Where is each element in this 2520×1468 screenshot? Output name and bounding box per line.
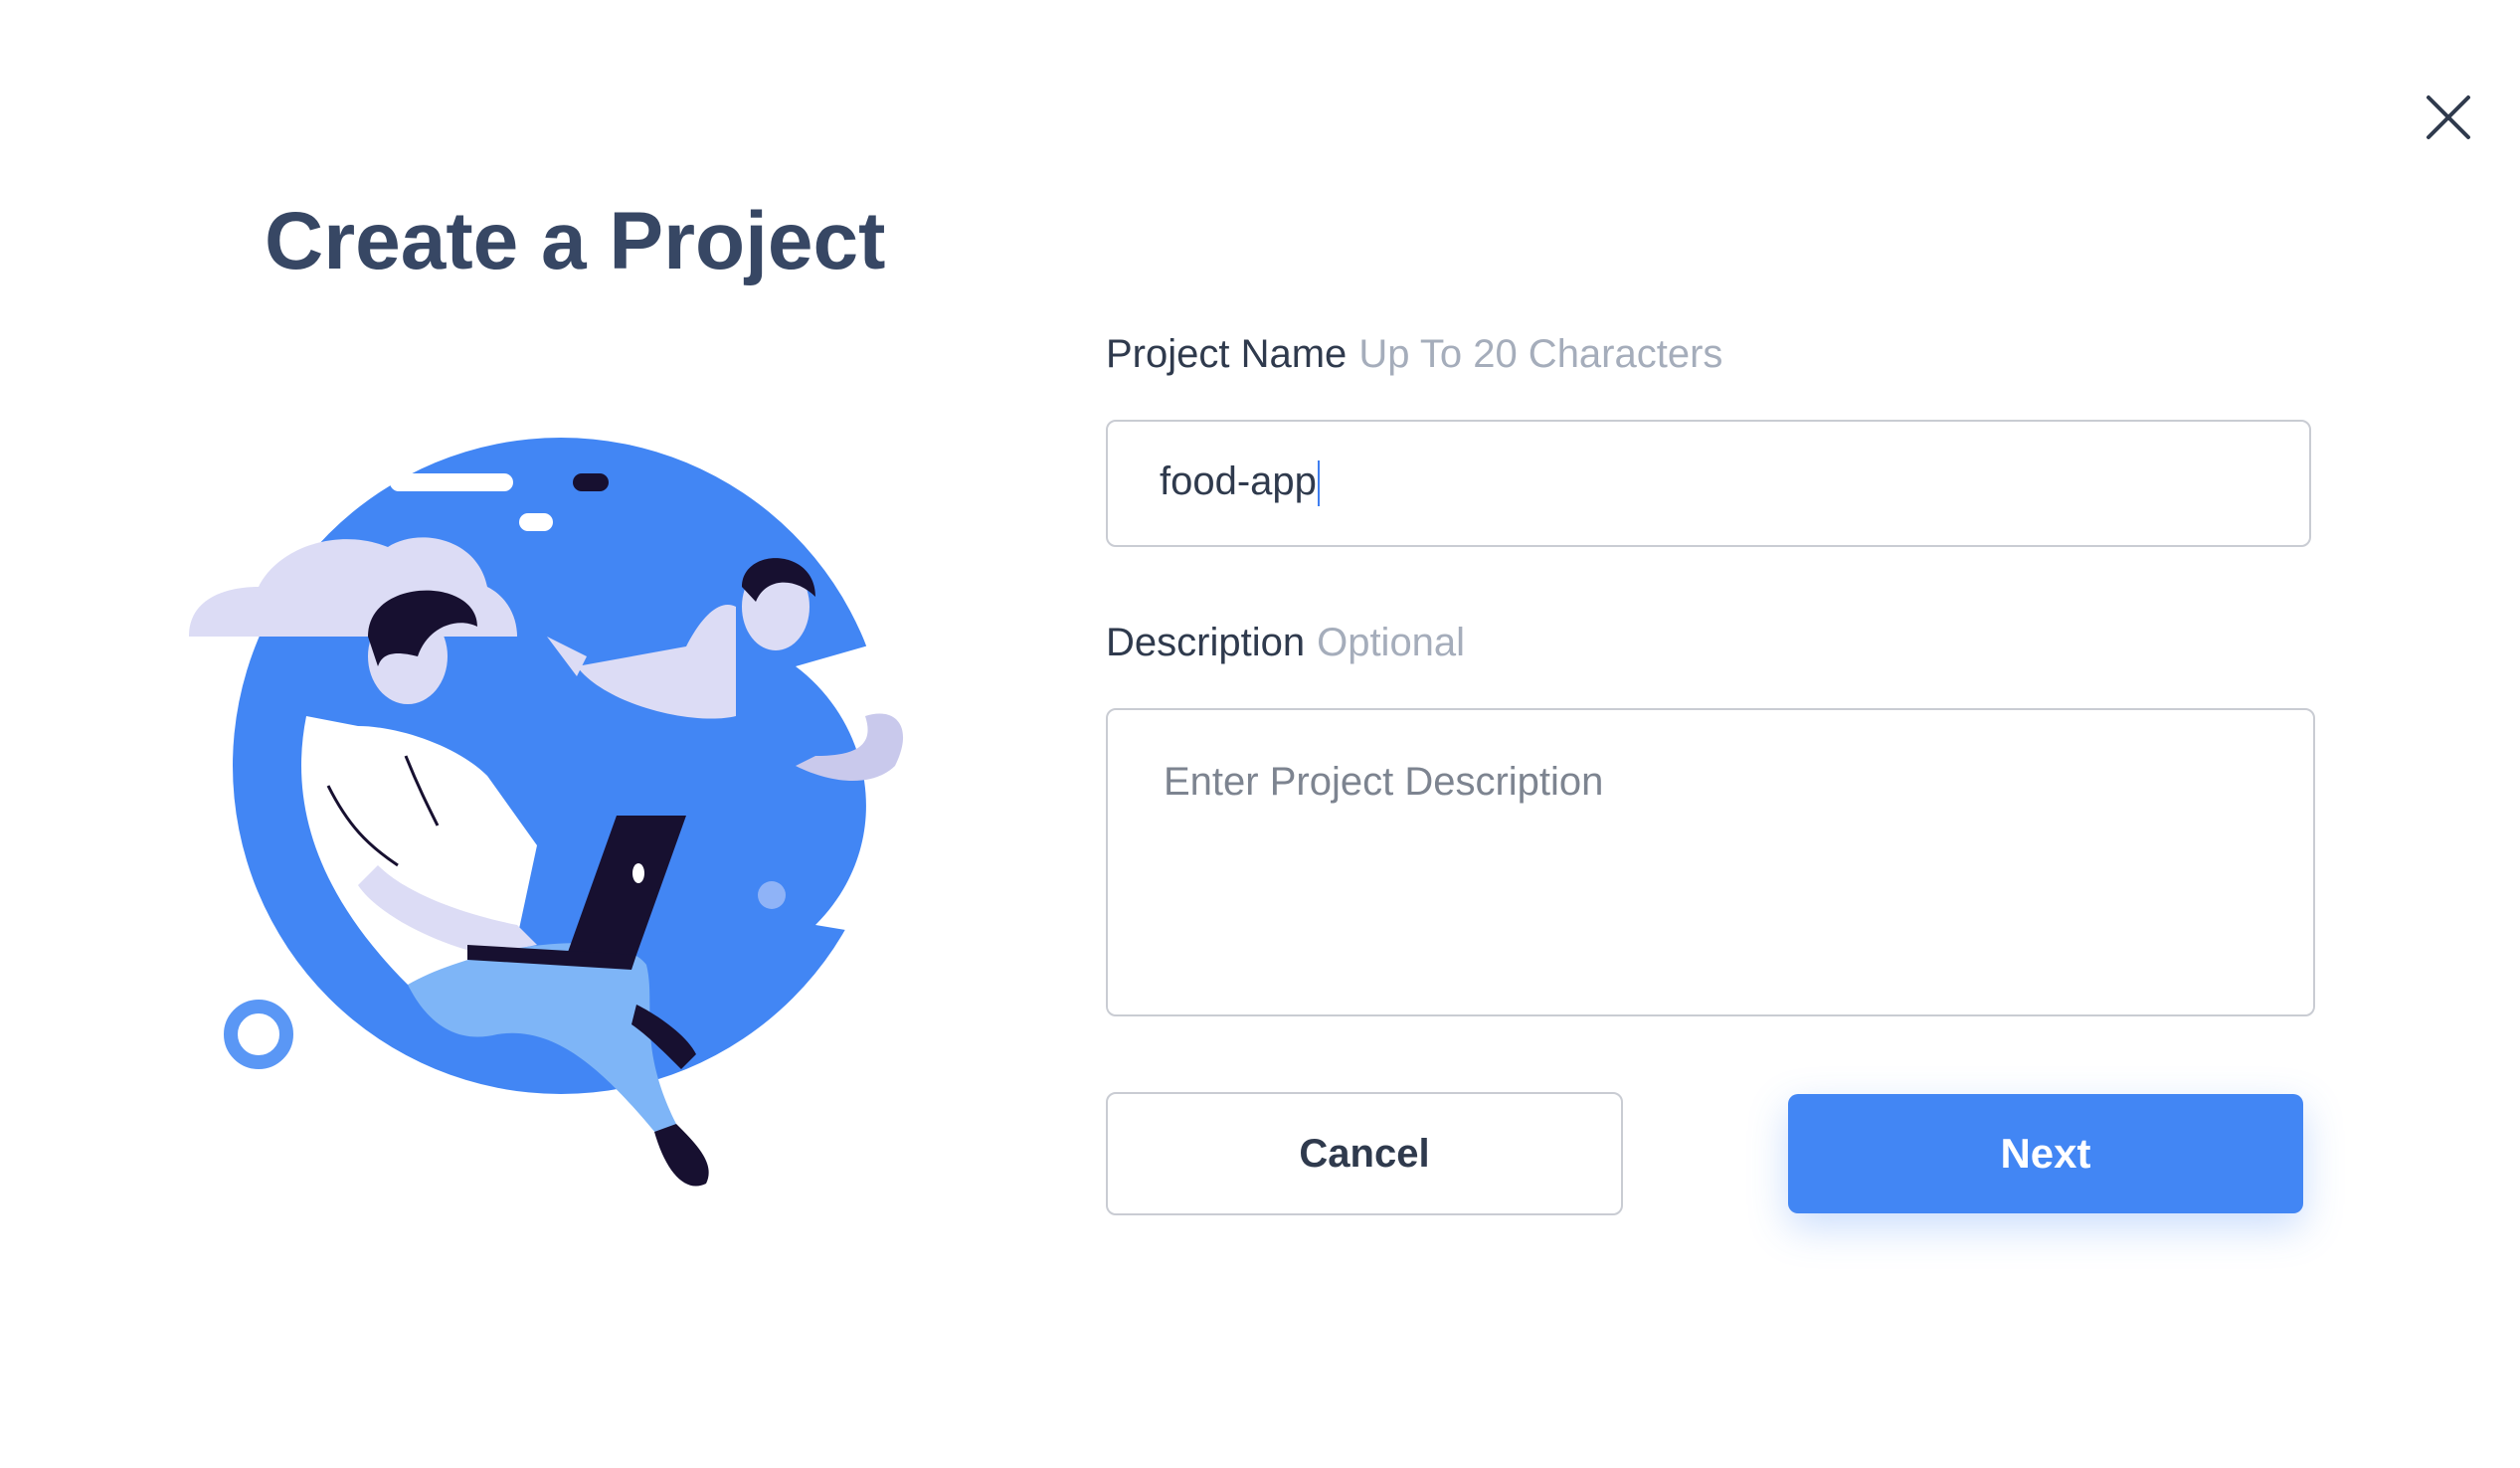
people-with-laptop-illustration: [189, 438, 935, 1187]
close-icon: [2427, 95, 2470, 139]
cancel-button[interactable]: Cancel: [1106, 1092, 1623, 1215]
dialog-title: Create a Project: [265, 196, 886, 286]
close-button[interactable]: [2423, 92, 2474, 143]
project-name-label: Project Name: [1106, 332, 1348, 376]
description-label: Description: [1106, 621, 1306, 664]
create-project-dialog: Create a Project Project Name Up To 20 C…: [0, 0, 2520, 1468]
project-name-hint: Up To 20 Characters: [1358, 332, 1723, 376]
project-name-input[interactable]: [1106, 420, 2311, 547]
project-name-label-row: Project Name Up To 20 Characters: [1106, 326, 2319, 382]
description-textarea[interactable]: [1106, 708, 2315, 1016]
description-label-row: Description Optional: [1106, 615, 1465, 670]
next-button[interactable]: Next: [1788, 1094, 2303, 1213]
project-form: Project Name Up To 20 Characters food-app…: [1106, 326, 2319, 1215]
description-hint: Optional: [1317, 621, 1466, 664]
project-name-field: food-app: [1106, 420, 2311, 547]
